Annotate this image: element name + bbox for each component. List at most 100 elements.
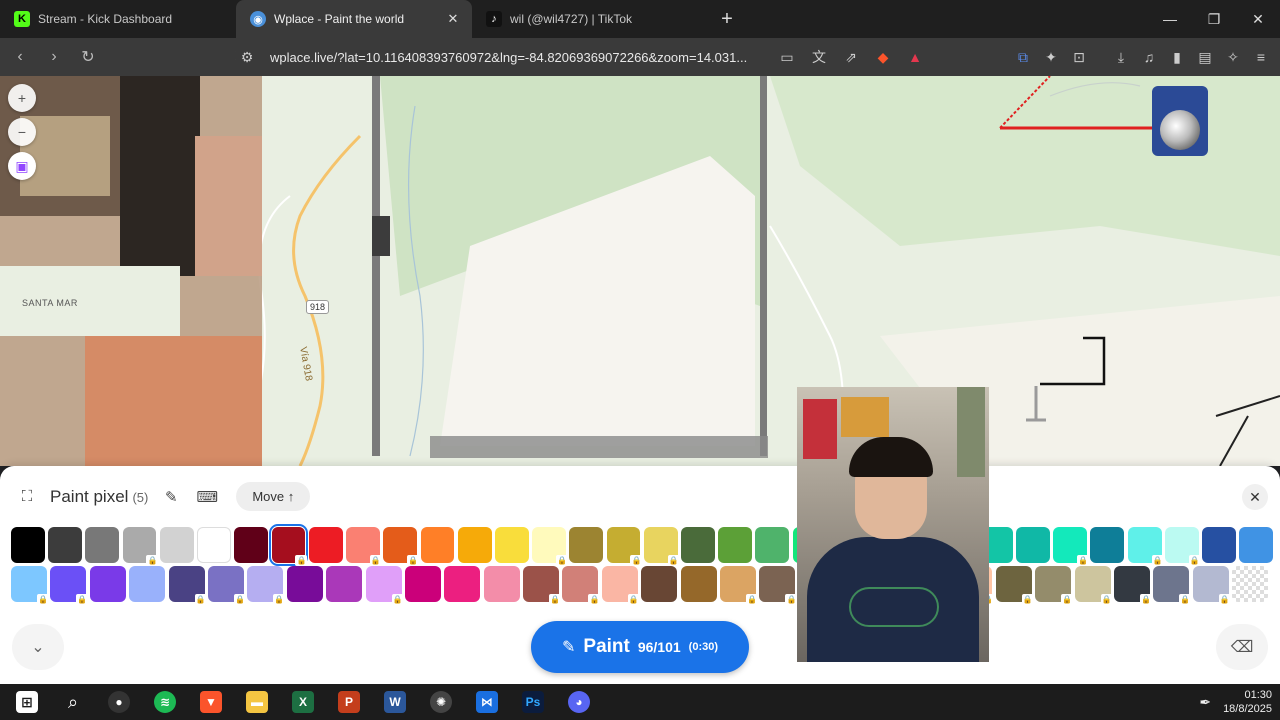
color-swatch[interactable] — [286, 566, 323, 602]
share-icon[interactable]: ⇗ — [840, 46, 862, 68]
windows-start-icon[interactable]: ⊞ — [4, 684, 50, 720]
color-swatch[interactable]: 🔒 — [562, 566, 601, 605]
new-tab-button[interactable]: + — [708, 0, 746, 38]
leo-ai-icon[interactable]: ✧ — [1222, 46, 1244, 68]
color-swatch[interactable] — [48, 527, 83, 563]
move-button[interactable]: Move ↑ — [236, 482, 311, 511]
brave-icon[interactable]: ▼ — [188, 684, 234, 720]
color-swatch[interactable] — [718, 527, 753, 563]
color-swatch[interactable]: 🔒 — [606, 527, 643, 566]
color-swatch[interactable] — [1090, 527, 1125, 563]
color-swatch[interactable] — [308, 527, 343, 563]
color-swatch[interactable]: 🔒 — [643, 527, 680, 566]
color-swatch[interactable]: 🔒 — [168, 566, 207, 605]
brave-rewards-icon[interactable]: ▲ — [904, 46, 926, 68]
color-swatch[interactable] — [1239, 527, 1274, 563]
color-swatch[interactable] — [85, 527, 120, 563]
color-swatch[interactable]: 🔒 — [1113, 566, 1152, 605]
twitch-icon[interactable]: ▣ — [8, 152, 36, 180]
color-swatch-transparent[interactable] — [1232, 566, 1269, 602]
color-swatch[interactable] — [483, 566, 520, 602]
color-swatch[interactable] — [569, 527, 604, 563]
color-swatch[interactable] — [129, 566, 166, 602]
pen-icon[interactable]: ✒ — [1199, 694, 1211, 711]
close-window-icon[interactable]: ✕ — [1236, 0, 1280, 38]
map-canvas[interactable]: SANTA MAR 918 Vía 918 + − ▣ — [0, 76, 1280, 466]
color-swatch[interactable] — [326, 566, 363, 602]
globe-view-button[interactable] — [1152, 86, 1208, 156]
color-swatch[interactable] — [444, 566, 481, 602]
photoshop-icon[interactable]: Ps — [510, 684, 556, 720]
word-icon[interactable]: W — [372, 684, 418, 720]
color-swatch[interactable]: 🔒 — [50, 566, 89, 605]
spotify-icon[interactable]: ≋ — [142, 684, 188, 720]
color-swatch[interactable]: 🔒 — [346, 527, 382, 566]
tab-kick-dashboard[interactable]: K Stream - Kick Dashboard — [0, 0, 236, 38]
excel-icon[interactable]: X — [280, 684, 326, 720]
reload-icon[interactable]: ↻ — [74, 43, 102, 71]
tab-tiktok[interactable]: ♪ wil (@wil4727) | TikTok — [472, 0, 708, 38]
discord-icon[interactable]: ◕ — [556, 684, 602, 720]
capcut-icon[interactable]: ⋈ — [464, 684, 510, 720]
close-panel-icon[interactable]: ✕ — [1242, 484, 1268, 510]
color-swatch[interactable] — [89, 566, 126, 602]
color-swatch[interactable] — [404, 566, 441, 602]
color-swatch[interactable]: 🔒 — [1074, 566, 1113, 605]
tab-wplace[interactable]: ◉ Wplace - Paint the world ✕ — [236, 0, 472, 38]
paint-button[interactable]: ✎ Paint 96/101 (0:30) — [531, 621, 749, 673]
cast-icon[interactable]: ▭ — [776, 46, 798, 68]
menu-icon[interactable]: ≡ — [1250, 46, 1272, 68]
chatgpt-icon[interactable]: ✺ — [418, 684, 464, 720]
color-swatch[interactable]: 🔒 — [247, 566, 286, 605]
color-swatch[interactable]: 🔒 — [1127, 527, 1164, 566]
pencil-icon[interactable]: ✎ — [158, 484, 184, 510]
color-swatch[interactable]: 🔒 — [759, 566, 798, 605]
color-swatch[interactable] — [420, 527, 455, 563]
color-swatch[interactable] — [197, 527, 232, 563]
color-swatch[interactable]: 🔒 — [1192, 566, 1231, 605]
forward-icon[interactable]: › — [40, 43, 68, 71]
color-swatch[interactable]: 🔒 — [532, 527, 568, 566]
eraser-icon[interactable]: ⌫ — [1216, 624, 1268, 670]
color-swatch[interactable]: 🔒 — [1153, 566, 1192, 605]
color-swatch[interactable] — [494, 527, 529, 563]
color-swatch[interactable]: 🔒 — [995, 566, 1034, 605]
powerpoint-icon[interactable]: P — [326, 684, 372, 720]
color-swatch[interactable] — [1016, 527, 1050, 563]
search-icon[interactable]: ⌕ — [50, 684, 96, 720]
clock[interactable]: 01:30 18/8/2025 — [1223, 688, 1272, 716]
music-icon[interactable]: ♫ — [1138, 46, 1160, 68]
brave-shield-icon[interactable]: ◆ — [872, 46, 894, 68]
restore-icon[interactable]: ❐ — [1192, 0, 1236, 38]
color-swatch[interactable] — [641, 566, 678, 602]
obs-icon[interactable]: ● — [96, 684, 142, 720]
color-swatch[interactable] — [1202, 527, 1236, 563]
translate-icon[interactable]: 文 — [808, 46, 830, 68]
address-bar[interactable]: ⚙ wplace.live/?lat=10.116408393760972&ln… — [236, 42, 936, 72]
fullscreen-icon[interactable]: ⛶ — [14, 484, 40, 510]
color-swatch[interactable]: 🔒 — [11, 566, 49, 605]
color-swatch[interactable]: 🔒 — [1164, 527, 1201, 566]
url-text[interactable]: wplace.live/?lat=10.116408393760972&lng=… — [270, 50, 770, 65]
color-swatch[interactable]: 🔒 — [1053, 527, 1090, 566]
color-swatch[interactable]: 🔒 — [1035, 566, 1074, 605]
zoom-out-button[interactable]: − — [8, 118, 36, 146]
minimize-icon[interactable]: — — [1148, 0, 1192, 38]
color-swatch[interactable] — [159, 527, 194, 563]
keyboard-icon[interactable]: ⌨ — [194, 484, 220, 510]
color-swatch[interactable]: 🔒 — [268, 524, 309, 566]
sidebar-icon[interactable]: ▮ — [1166, 46, 1188, 68]
close-tab-icon[interactable]: ✕ — [444, 10, 462, 28]
collapse-icon[interactable]: ⌄ — [12, 624, 64, 670]
color-swatch[interactable] — [680, 566, 717, 602]
color-swatch[interactable]: 🔒 — [383, 527, 420, 566]
color-swatch[interactable] — [755, 527, 790, 563]
wallet-icon[interactable]: ▤ — [1194, 46, 1216, 68]
site-settings-icon[interactable]: ⚙ — [236, 46, 258, 68]
color-swatch[interactable] — [11, 527, 45, 563]
color-swatch[interactable]: 🔒 — [720, 566, 759, 605]
color-swatch[interactable] — [457, 527, 492, 563]
translate-extension-icon[interactable]: ⧉ — [1012, 46, 1034, 68]
color-swatch[interactable] — [234, 527, 269, 563]
back-icon[interactable]: ‹ — [6, 43, 34, 71]
